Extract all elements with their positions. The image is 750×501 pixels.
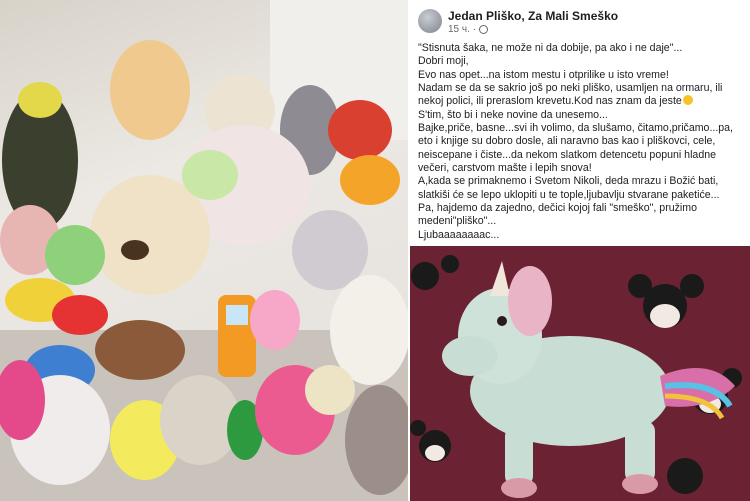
plush-toys-photo	[0, 0, 408, 501]
globe-icon	[479, 25, 489, 34]
post-line: Bajke,priče, basne...svi ih volimo, da s…	[418, 122, 736, 175]
post-line-text: Nadam se da se sakrio još po neki pliško…	[418, 82, 726, 108]
unicorn-illustration	[410, 246, 750, 501]
unicorn-plush-photo	[410, 246, 750, 501]
post-body: "Stisnuta šaka, ne može ni da dobije, pa…	[418, 42, 746, 242]
avatar[interactable]	[418, 9, 442, 33]
post-line: Nadam se da se sakrio još po neki pliško…	[418, 82, 746, 109]
smiley-emoji-icon	[682, 95, 693, 106]
meta-separator: ·	[472, 24, 477, 35]
post-line: S'tim, što bi i neke novine da unesemo..…	[418, 108, 608, 121]
post-line: Dobri moji,	[418, 55, 469, 68]
post-author[interactable]: Jedan Pliško, Za Mali Smeško	[448, 9, 618, 23]
post-line: Evo nas opet...na istom mestu i otprilik…	[418, 68, 669, 81]
post-line: "Stisnuta šaka, ne može ni da dobije, pa…	[418, 42, 683, 54]
post-meta: 15 ч. ·	[448, 24, 489, 35]
facebook-post: Jedan Pliško, Za Mali Smeško 15 ч. · "St…	[410, 0, 750, 244]
plush-toys-illustration	[0, 0, 408, 501]
post-line: Pa, hajdemo da zajedno, dečici kojoj fal…	[418, 202, 700, 228]
post-line: Ljubaaaaaaaac...	[418, 228, 500, 241]
post-time[interactable]: 15 ч.	[448, 24, 470, 35]
post-line: A,kada se primaknemo i Svetom Nikoli, de…	[418, 175, 722, 201]
